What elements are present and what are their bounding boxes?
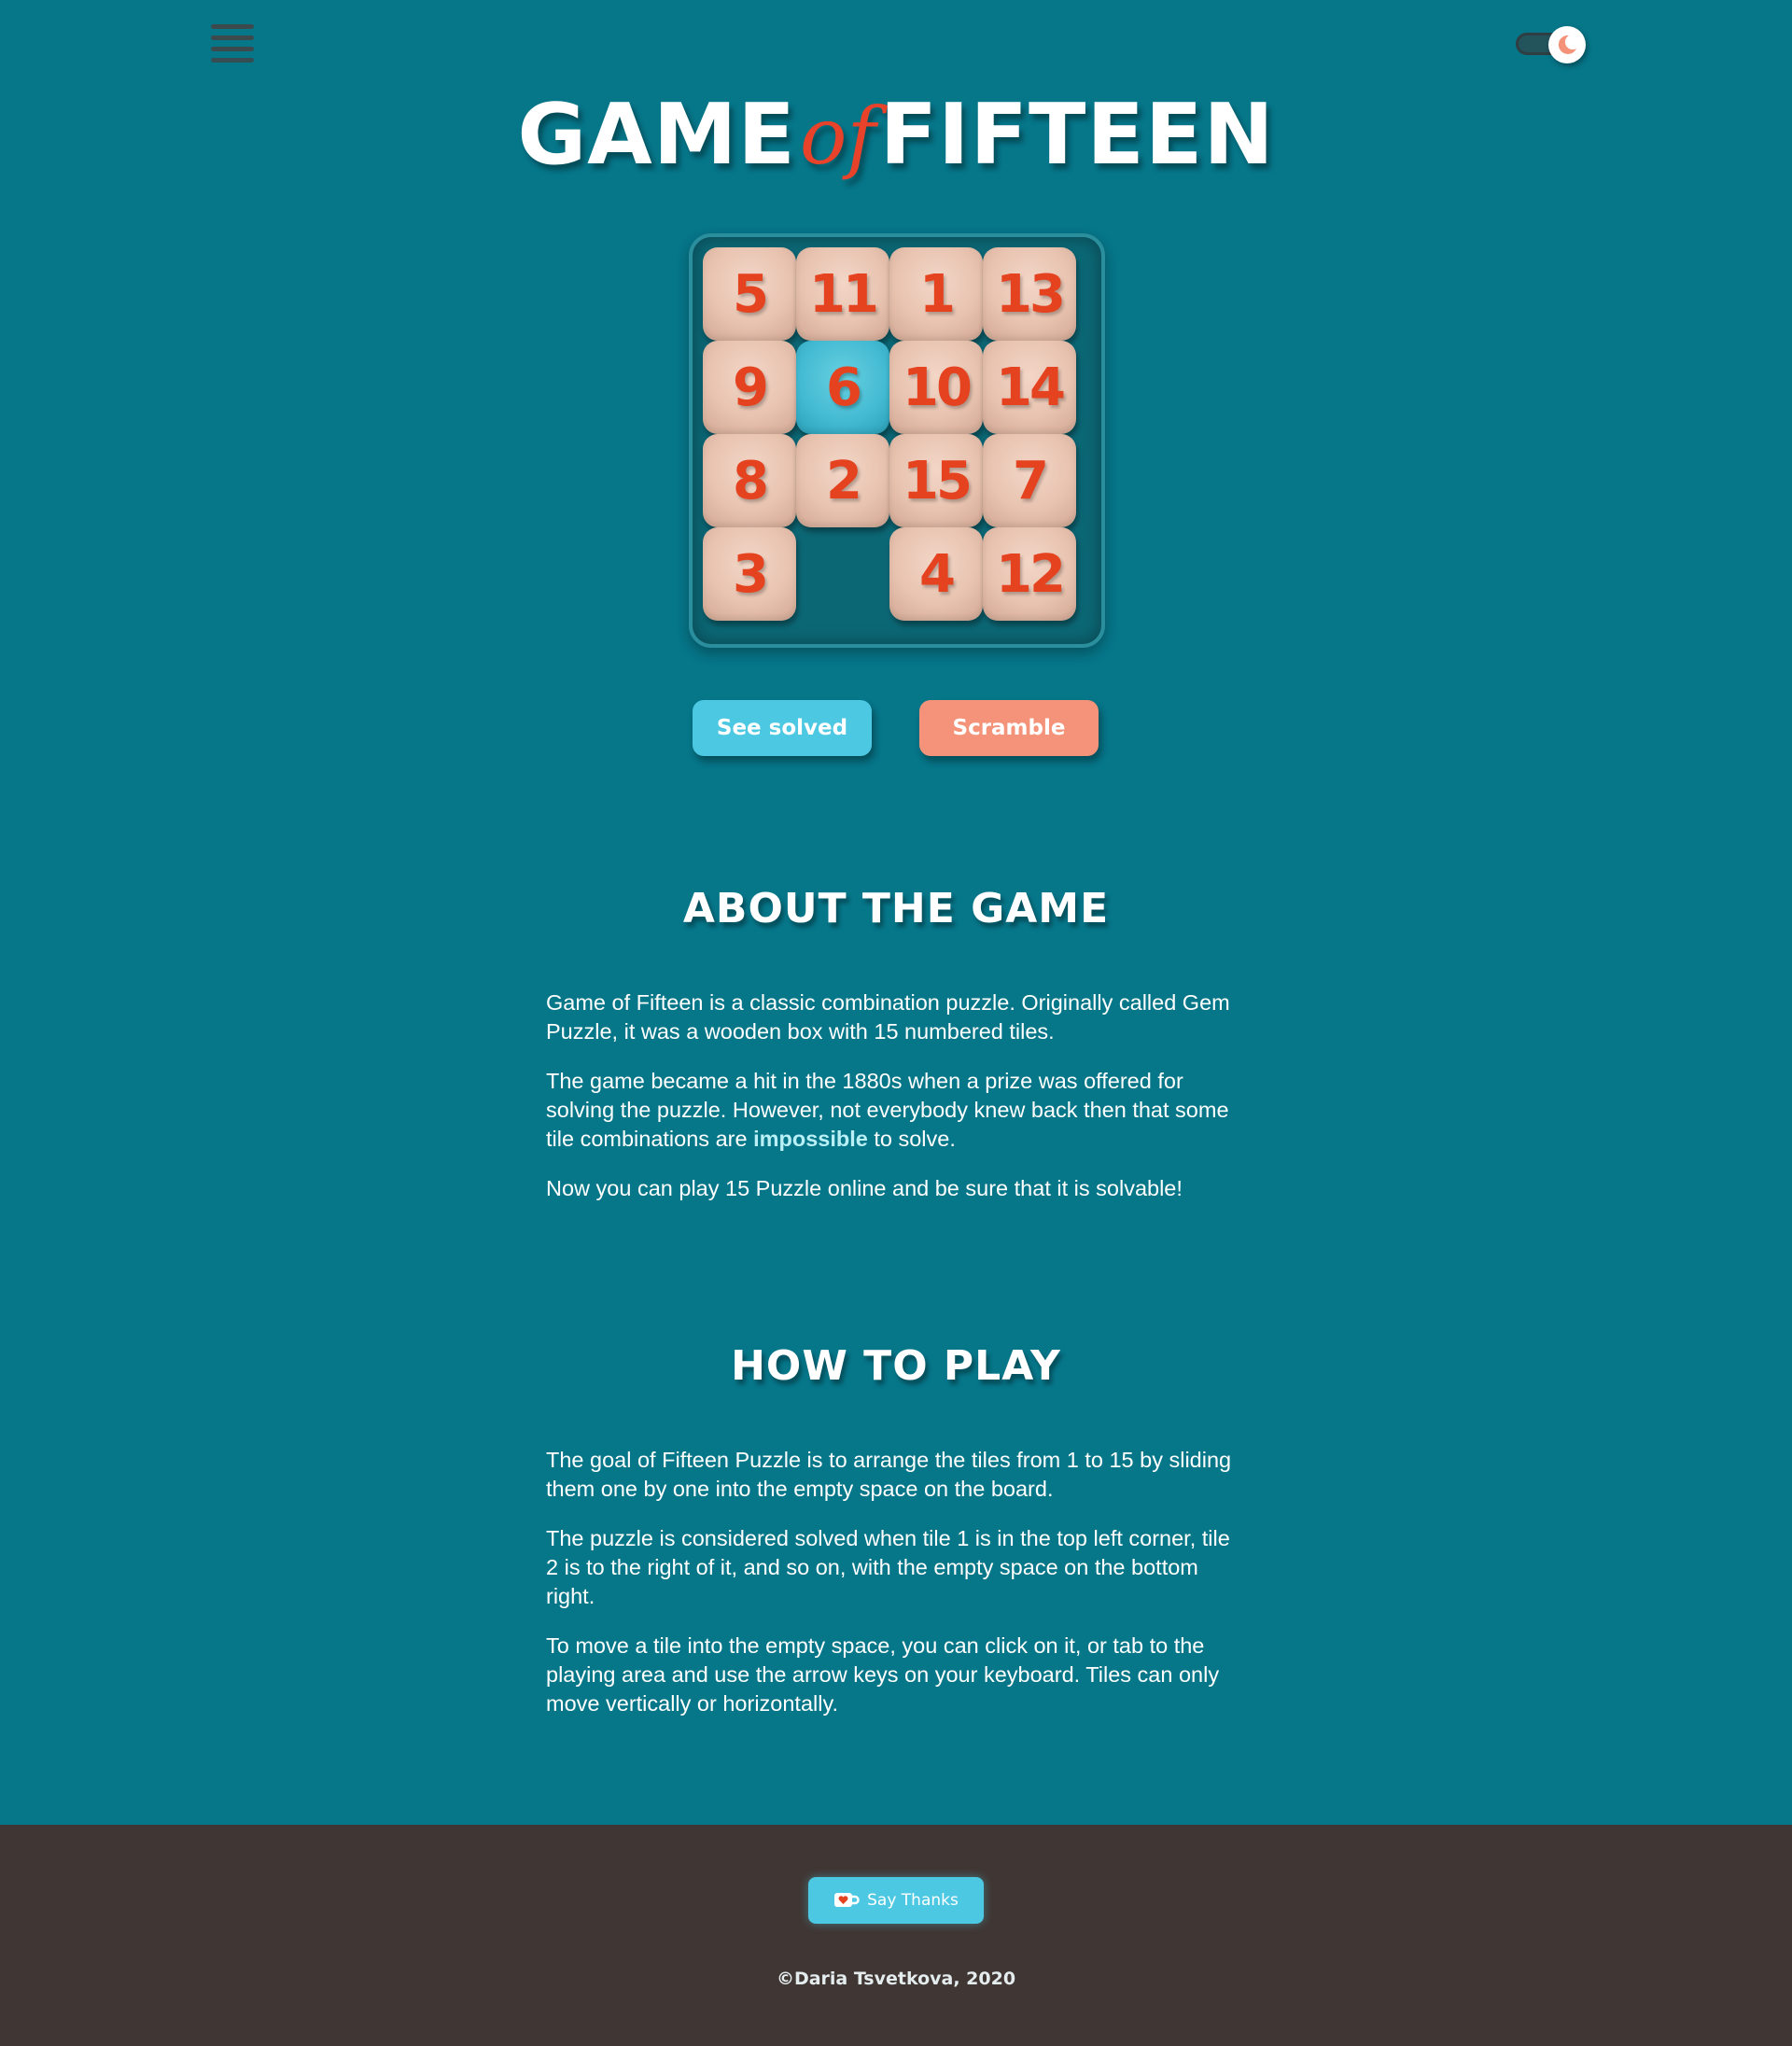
tile-1[interactable]: 1 [889,247,983,341]
coffee-cup-heart-icon [834,1893,860,1907]
howto-paragraph-3: To move a tile into the empty space, you… [546,1633,1220,1716]
tile-3[interactable]: 3 [703,527,796,621]
title-game: GAME [517,86,796,184]
howto-paragraph-1: The goal of Fifteen Puzzle is to arrange… [546,1448,1232,1501]
tile-7[interactable]: 7 [983,434,1076,527]
how-to-play-text: The goal of Fifteen Puzzle is to arrange… [546,1446,1248,1739]
toggle-knob [1548,26,1586,63]
page-title: GAMEofFIFTEEN [0,86,1792,184]
about-text: Game of Fifteen is a classic combination… [546,988,1248,1224]
tile-14[interactable]: 14 [983,341,1076,434]
moon-icon [1558,35,1576,54]
tile-9[interactable]: 9 [703,341,796,434]
impossible-highlight: impossible [753,1127,868,1151]
puzzle-board[interactable]: 5 11 1 13 9 6 10 14 8 2 15 7 3 4 12 [689,233,1105,648]
tile-13[interactable]: 13 [983,247,1076,341]
copyright: ©Daria Tsvetkova, 2020 [776,1969,1016,1989]
about-p2-end: to solve. [867,1127,956,1151]
tile-2[interactable]: 2 [796,434,889,527]
about-title: ABOUT THE GAME [682,885,1110,932]
tile-12[interactable]: 12 [983,527,1076,621]
about-paragraph-3: Now you can play 15 Puzzle online and be… [546,1176,1183,1200]
tile-4[interactable]: 4 [889,527,983,621]
say-thanks-label: Say Thanks [867,1891,959,1910]
scramble-button[interactable]: Scramble [919,700,1099,756]
title-fifteen: FIFTEEN [879,86,1275,184]
see-solved-button[interactable]: See solved [693,700,872,756]
about-paragraph-2: The game became a hit in the 1880s when … [546,1067,1248,1154]
howto-paragraph-2: The puzzle is considered solved when til… [546,1526,1230,1608]
tile-15[interactable]: 15 [889,434,983,527]
tile-6[interactable]: 6 [796,341,889,434]
tile-8[interactable]: 8 [703,434,796,527]
main-content: GAMEofFIFTEEN 5 11 1 13 9 6 10 14 8 2 15 7 3 4 12 See … [0,0,1792,1825]
title-of: of [799,91,876,182]
tile-11[interactable]: 11 [796,247,889,341]
how-to-play-title: HOW TO PLAY [731,1342,1061,1390]
tile-5[interactable]: 5 [703,247,796,341]
tile-10[interactable]: 10 [889,341,983,434]
say-thanks-button[interactable]: Say Thanks [808,1877,984,1924]
theme-toggle[interactable] [1514,26,1589,63]
footer: Say Thanks ©Daria Tsvetkova, 2020 [0,1825,1792,2046]
about-paragraph-1: Game of Fifteen is a classic combination… [546,990,1230,1044]
hamburger-menu-icon[interactable] [211,24,254,63]
